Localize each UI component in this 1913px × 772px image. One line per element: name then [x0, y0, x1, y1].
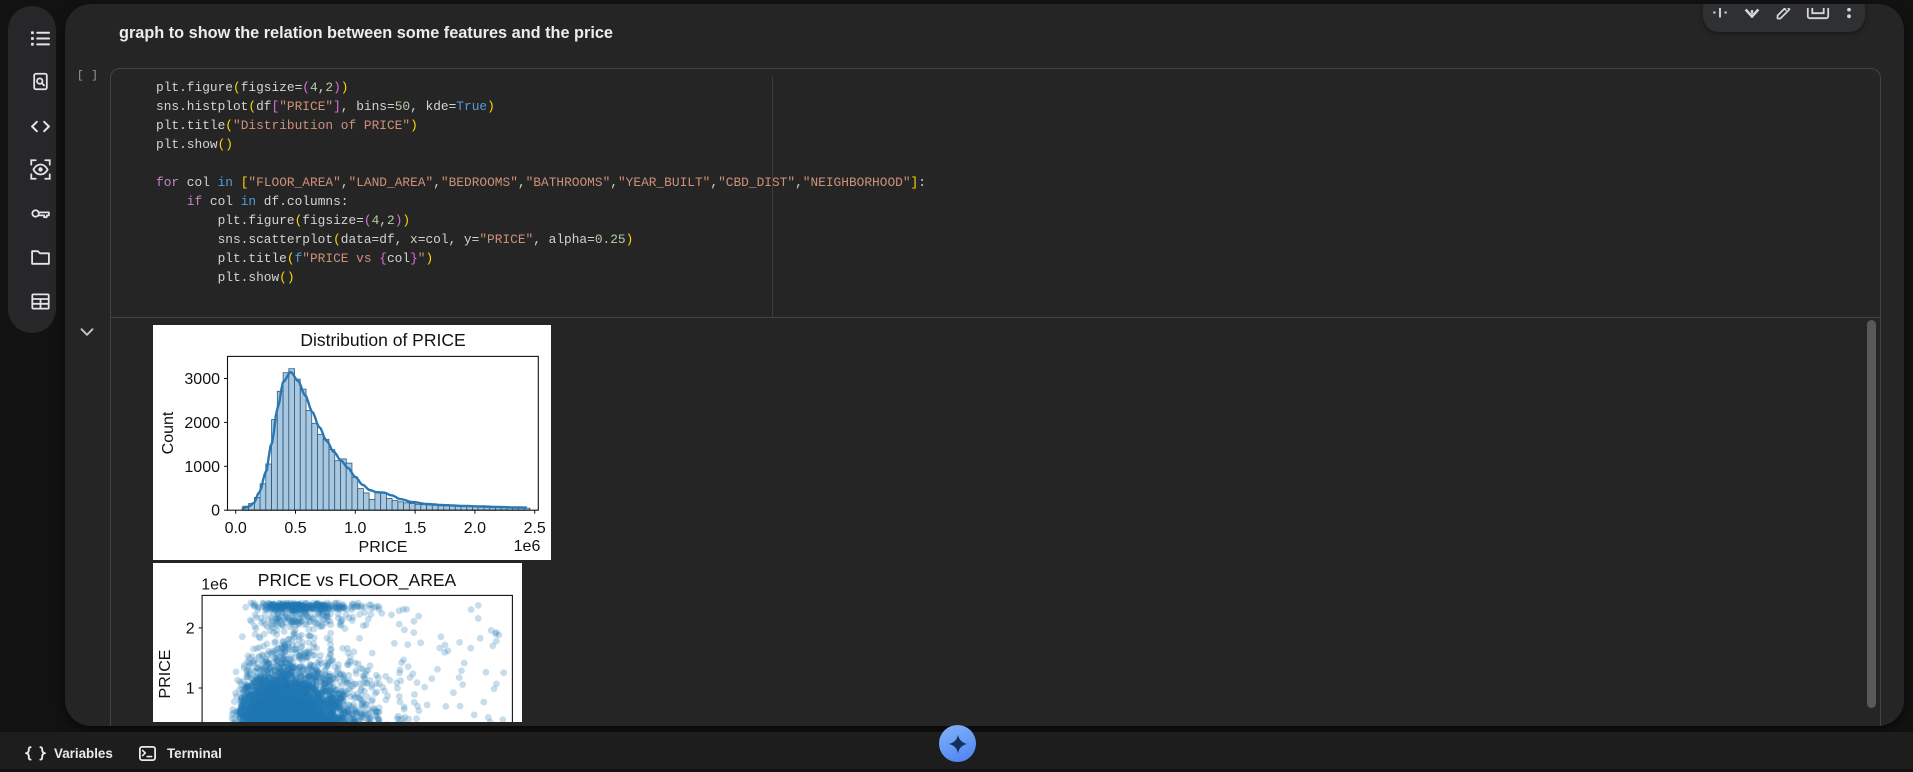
- svg-text:2: 2: [186, 620, 195, 637]
- svg-text:1: 1: [186, 681, 195, 698]
- svg-text:1.0: 1.0: [344, 520, 366, 537]
- svg-text:1000: 1000: [184, 459, 220, 476]
- svg-text:0: 0: [211, 503, 220, 520]
- svg-text:0.0: 0.0: [225, 520, 247, 537]
- svg-text:0.5: 0.5: [284, 520, 306, 537]
- svg-text:2.5: 2.5: [524, 520, 546, 537]
- svg-text:Distribution of PRICE: Distribution of PRICE: [300, 330, 465, 350]
- svg-text:PRICE vs FLOOR_AREA: PRICE vs FLOOR_AREA: [258, 570, 457, 591]
- svg-text:PRICE: PRICE: [157, 650, 174, 699]
- svg-text:1e6: 1e6: [514, 538, 541, 555]
- svg-text:2.0: 2.0: [464, 520, 486, 537]
- svg-text:PRICE: PRICE: [359, 539, 408, 556]
- svg-text:1e6: 1e6: [201, 577, 228, 594]
- svg-text:3000: 3000: [184, 371, 220, 388]
- svg-text:1.5: 1.5: [404, 520, 426, 537]
- svg-text:Count: Count: [160, 411, 177, 454]
- svg-text:2000: 2000: [184, 415, 220, 432]
